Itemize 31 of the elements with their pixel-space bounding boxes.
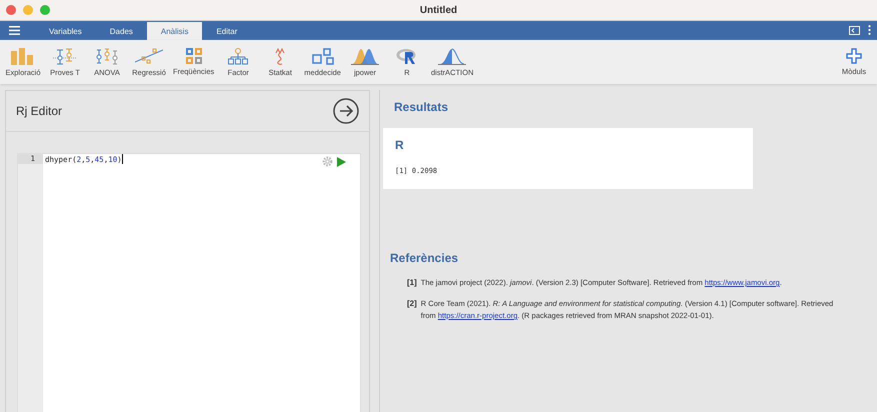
reference-number: [1] xyxy=(407,277,417,289)
grid-icon xyxy=(186,48,202,64)
window-title: Untitled xyxy=(420,4,458,16)
tab[interactable]: Anàlisis xyxy=(146,22,202,40)
tab[interactable]: Editar xyxy=(202,22,252,40)
bar-chart-icon xyxy=(11,48,35,64)
settings-icon[interactable] xyxy=(322,156,333,167)
panel-title: Rj Editor xyxy=(16,104,62,118)
zoom-button[interactable] xyxy=(40,5,50,15)
squiggle-icon xyxy=(273,48,288,64)
error-bars-icon xyxy=(95,48,119,64)
code-icon[interactable] xyxy=(849,26,860,35)
reference-number: [2] xyxy=(407,298,417,310)
bell-curve-icon xyxy=(438,48,466,64)
tab[interactable]: Variables xyxy=(35,22,96,40)
play-icon[interactable] xyxy=(337,157,346,167)
result-heading: R xyxy=(395,138,404,152)
arrow-right-icon[interactable] xyxy=(333,98,359,124)
scatter-line-icon xyxy=(135,48,163,64)
tab[interactable]: Dades xyxy=(96,22,147,40)
r-logo-icon xyxy=(396,48,418,64)
hierarchy-icon xyxy=(228,48,248,64)
menu-icon[interactable] xyxy=(9,26,20,35)
close-button[interactable] xyxy=(6,5,16,15)
references-title: Referències xyxy=(390,251,458,265)
more-icon[interactable] xyxy=(868,25,871,35)
results-title: Resultats xyxy=(394,100,448,116)
error-bars-icon xyxy=(53,48,77,64)
squares-icon xyxy=(312,48,334,64)
plus-icon xyxy=(846,48,862,64)
distribution-icon xyxy=(350,48,379,64)
